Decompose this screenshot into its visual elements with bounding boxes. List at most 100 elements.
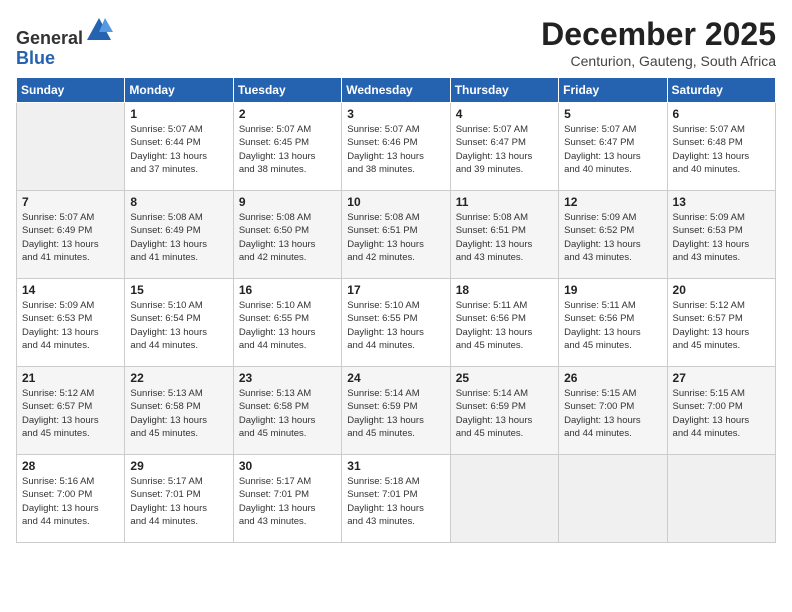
day-info: Sunrise: 5:08 AMSunset: 6:51 PMDaylight:… (456, 211, 553, 264)
day-number: 10 (347, 195, 444, 209)
calendar-cell: 22 Sunrise: 5:13 AMSunset: 6:58 PMDayligh… (125, 367, 233, 455)
calendar-cell: 17 Sunrise: 5:10 AMSunset: 6:55 PMDayligh… (342, 279, 450, 367)
day-info: Sunrise: 5:07 AMSunset: 6:44 PMDaylight:… (130, 123, 227, 176)
calendar-cell: 19 Sunrise: 5:11 AMSunset: 6:56 PMDayligh… (559, 279, 667, 367)
calendar-week-3: 14 Sunrise: 5:09 AMSunset: 6:53 PMDayligh… (17, 279, 776, 367)
day-info: Sunrise: 5:08 AMSunset: 6:50 PMDaylight:… (239, 211, 336, 264)
calendar-week-1: 1Sunrise: 5:07 AMSunset: 6:44 PMDaylight… (17, 103, 776, 191)
logo-blue-text: Blue (16, 48, 55, 68)
day-number: 2 (239, 107, 336, 121)
calendar-cell: 16 Sunrise: 5:10 AMSunset: 6:55 PMDayligh… (233, 279, 341, 367)
day-info: Sunrise: 5:17 AMSunset: 7:01 PMDaylight:… (239, 475, 336, 528)
calendar-week-5: 28 Sunrise: 5:16 AMSunset: 7:00 PMDayligh… (17, 455, 776, 543)
day-number: 12 (564, 195, 661, 209)
calendar-cell: 23Sunrise: 5:13 AMSunset: 6:58 PMDayligh… (233, 367, 341, 455)
day-info: Sunrise: 5:09 AMSunset: 6:53 PMDaylight:… (22, 299, 119, 352)
calendar-cell: 13 Sunrise: 5:09 AMSunset: 6:53 PMDayligh… (667, 191, 775, 279)
month-title: December 2025 (541, 16, 776, 53)
day-number: 18 (456, 283, 553, 297)
calendar-week-4: 21 Sunrise: 5:12 AMSunset: 6:57 PMDayligh… (17, 367, 776, 455)
calendar-cell: 25 Sunrise: 5:14 AMSunset: 6:59 PMDayligh… (450, 367, 558, 455)
day-number: 3 (347, 107, 444, 121)
calendar-cell: 10 Sunrise: 5:08 AMSunset: 6:51 PMDayligh… (342, 191, 450, 279)
day-number: 22 (130, 371, 227, 385)
day-info: Sunrise: 5:08 AMSunset: 6:49 PMDaylight:… (130, 211, 227, 264)
day-info: Sunrise: 5:16 AMSunset: 7:00 PMDaylight:… (22, 475, 119, 528)
calendar-cell: 20 Sunrise: 5:12 AMSunset: 6:57 PMDayligh… (667, 279, 775, 367)
day-number: 25 (456, 371, 553, 385)
day-number: 31 (347, 459, 444, 473)
day-info: Sunrise: 5:09 AMSunset: 6:52 PMDaylight:… (564, 211, 661, 264)
day-info: Sunrise: 5:11 AMSunset: 6:56 PMDaylight:… (456, 299, 553, 352)
calendar-cell: 4 Sunrise: 5:07 AMSunset: 6:47 PMDaylight… (450, 103, 558, 191)
calendar-cell (667, 455, 775, 543)
calendar-cell (17, 103, 125, 191)
day-number: 24 (347, 371, 444, 385)
day-info: Sunrise: 5:10 AMSunset: 6:55 PMDaylight:… (239, 299, 336, 352)
day-number: 20 (673, 283, 770, 297)
day-number: 19 (564, 283, 661, 297)
day-info: Sunrise: 5:10 AMSunset: 6:55 PMDaylight:… (347, 299, 444, 352)
day-number: 14 (22, 283, 119, 297)
day-number: 27 (673, 371, 770, 385)
day-info: Sunrise: 5:07 AMSunset: 6:49 PMDaylight:… (22, 211, 119, 264)
weekday-header-saturday: Saturday (667, 78, 775, 103)
logo-general-text: General (16, 28, 83, 48)
day-info: Sunrise: 5:18 AMSunset: 7:01 PMDaylight:… (347, 475, 444, 528)
calendar-cell: 5Sunrise: 5:07 AMSunset: 6:47 PMDaylight… (559, 103, 667, 191)
logo-icon (85, 16, 113, 44)
day-info: Sunrise: 5:11 AMSunset: 6:56 PMDaylight:… (564, 299, 661, 352)
day-info: Sunrise: 5:15 AMSunset: 7:00 PMDaylight:… (564, 387, 661, 440)
logo: General Blue (16, 16, 113, 69)
day-number: 29 (130, 459, 227, 473)
day-info: Sunrise: 5:14 AMSunset: 6:59 PMDaylight:… (456, 387, 553, 440)
calendar-cell: 24Sunrise: 5:14 AMSunset: 6:59 PMDayligh… (342, 367, 450, 455)
header: General Blue December 2025 Centurion, Ga… (16, 16, 776, 69)
day-info: Sunrise: 5:13 AMSunset: 6:58 PMDaylight:… (130, 387, 227, 440)
day-number: 26 (564, 371, 661, 385)
day-number: 28 (22, 459, 119, 473)
calendar-cell: 9Sunrise: 5:08 AMSunset: 6:50 PMDaylight… (233, 191, 341, 279)
calendar-cell: 12 Sunrise: 5:09 AMSunset: 6:52 PMDayligh… (559, 191, 667, 279)
calendar-cell: 6Sunrise: 5:07 AMSunset: 6:48 PMDaylight… (667, 103, 775, 191)
day-number: 15 (130, 283, 227, 297)
calendar-cell: 1Sunrise: 5:07 AMSunset: 6:44 PMDaylight… (125, 103, 233, 191)
calendar-cell (450, 455, 558, 543)
day-number: 5 (564, 107, 661, 121)
calendar-cell: 21 Sunrise: 5:12 AMSunset: 6:57 PMDayligh… (17, 367, 125, 455)
weekday-header-tuesday: Tuesday (233, 78, 341, 103)
calendar-cell: 28 Sunrise: 5:16 AMSunset: 7:00 PMDayligh… (17, 455, 125, 543)
weekday-header-monday: Monday (125, 78, 233, 103)
weekday-header-friday: Friday (559, 78, 667, 103)
calendar-week-2: 7Sunrise: 5:07 AMSunset: 6:49 PMDaylight… (17, 191, 776, 279)
day-number: 23 (239, 371, 336, 385)
calendar-cell: 27 Sunrise: 5:15 AMSunset: 7:00 PMDayligh… (667, 367, 775, 455)
day-info: Sunrise: 5:07 AMSunset: 6:46 PMDaylight:… (347, 123, 444, 176)
title-block: December 2025 Centurion, Gauteng, South … (541, 16, 776, 69)
day-number: 8 (130, 195, 227, 209)
calendar: SundayMondayTuesdayWednesdayThursdayFrid… (16, 77, 776, 543)
calendar-cell: 11Sunrise: 5:08 AMSunset: 6:51 PMDayligh… (450, 191, 558, 279)
calendar-cell: 30Sunrise: 5:17 AMSunset: 7:01 PMDayligh… (233, 455, 341, 543)
day-number: 21 (22, 371, 119, 385)
day-info: Sunrise: 5:08 AMSunset: 6:51 PMDaylight:… (347, 211, 444, 264)
weekday-header-thursday: Thursday (450, 78, 558, 103)
calendar-cell: 31 Sunrise: 5:18 AMSunset: 7:01 PMDayligh… (342, 455, 450, 543)
weekday-header-wednesday: Wednesday (342, 78, 450, 103)
day-number: 13 (673, 195, 770, 209)
calendar-cell: 26 Sunrise: 5:15 AMSunset: 7:00 PMDayligh… (559, 367, 667, 455)
day-number: 16 (239, 283, 336, 297)
day-info: Sunrise: 5:17 AMSunset: 7:01 PMDaylight:… (130, 475, 227, 528)
day-info: Sunrise: 5:12 AMSunset: 6:57 PMDaylight:… (673, 299, 770, 352)
day-info: Sunrise: 5:12 AMSunset: 6:57 PMDaylight:… (22, 387, 119, 440)
calendar-cell: 18 Sunrise: 5:11 AMSunset: 6:56 PMDayligh… (450, 279, 558, 367)
day-info: Sunrise: 5:09 AMSunset: 6:53 PMDaylight:… (673, 211, 770, 264)
day-number: 4 (456, 107, 553, 121)
day-info: Sunrise: 5:15 AMSunset: 7:00 PMDaylight:… (673, 387, 770, 440)
calendar-cell: 7Sunrise: 5:07 AMSunset: 6:49 PMDaylight… (17, 191, 125, 279)
weekday-header-sunday: Sunday (17, 78, 125, 103)
day-number: 17 (347, 283, 444, 297)
calendar-cell: 8 Sunrise: 5:08 AMSunset: 6:49 PMDaylight… (125, 191, 233, 279)
day-info: Sunrise: 5:10 AMSunset: 6:54 PMDaylight:… (130, 299, 227, 352)
day-info: Sunrise: 5:07 AMSunset: 6:47 PMDaylight:… (456, 123, 553, 176)
